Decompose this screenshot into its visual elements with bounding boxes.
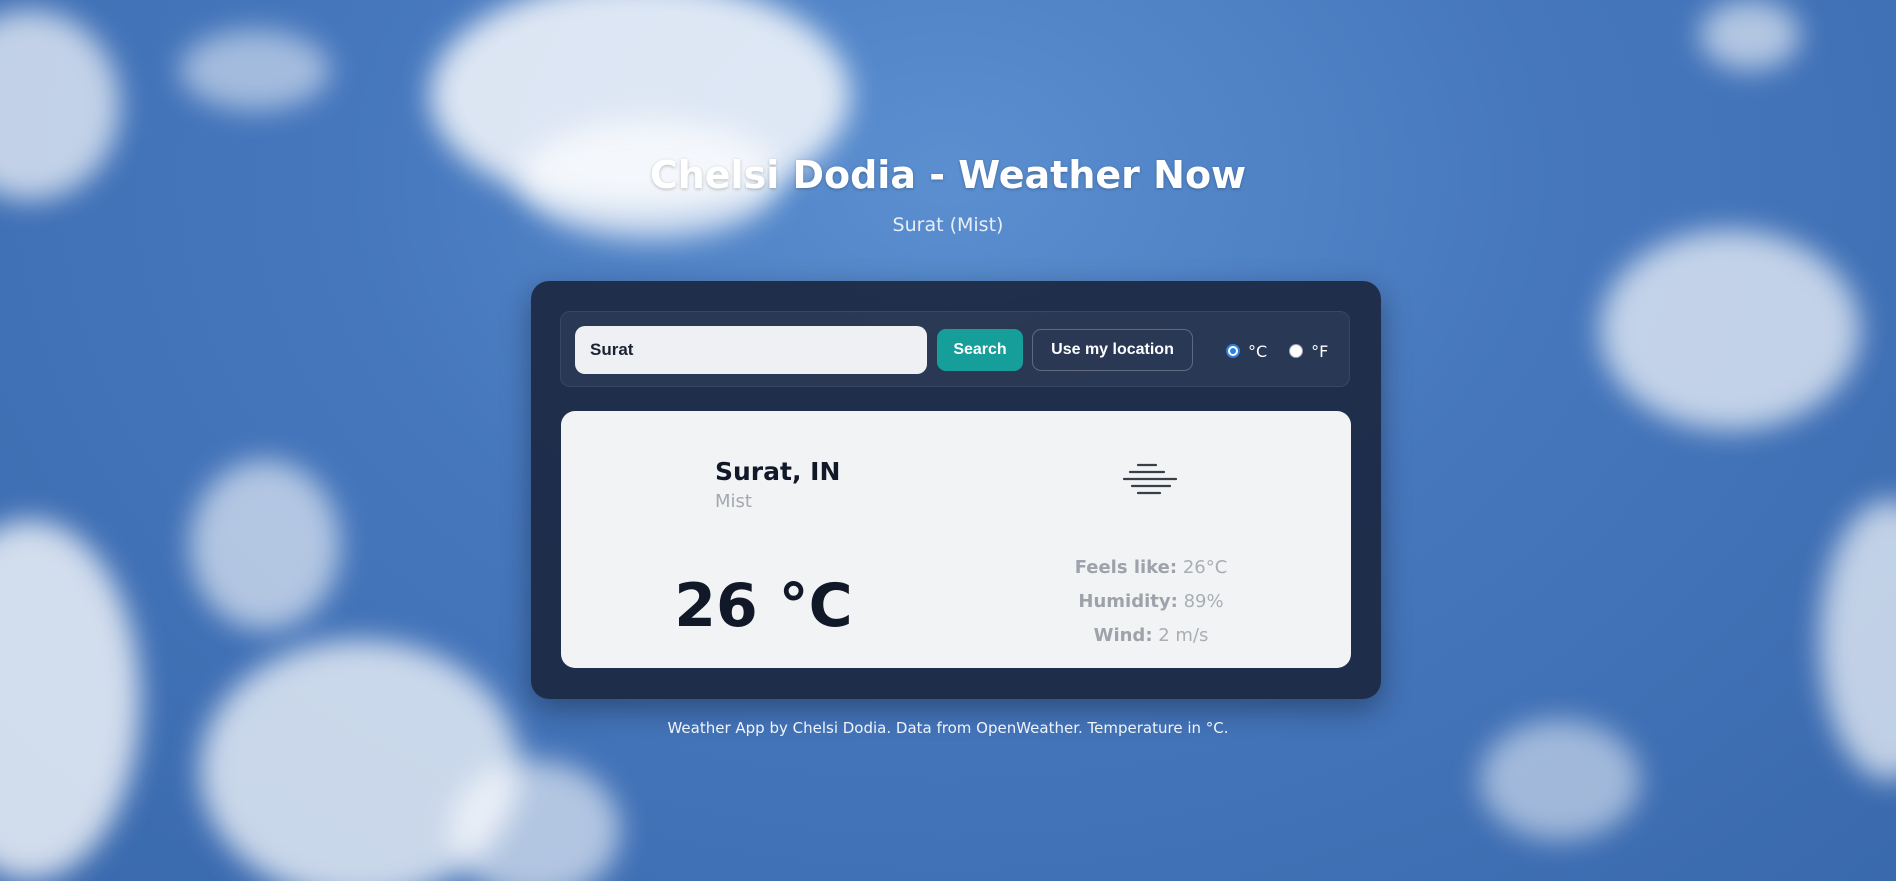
search-button[interactable]: Search	[937, 329, 1023, 371]
humidity-label: Humidity:	[1078, 591, 1178, 612]
wind-value: 2 m/s	[1158, 625, 1209, 646]
footer-text: Weather App by Chelsi Dodia. Data from O…	[667, 719, 1229, 737]
feels-like-value: 26°C	[1182, 557, 1228, 578]
wind-label: Wind:	[1093, 625, 1153, 646]
page-subtitle: Surat (Mist)	[892, 214, 1004, 236]
celsius-radio[interactable]	[1226, 344, 1240, 358]
celsius-label[interactable]: °C	[1248, 342, 1267, 361]
fahrenheit-label[interactable]: °F	[1311, 342, 1328, 361]
mist-icon	[1120, 461, 1180, 501]
humidity-row: Humidity: 89%	[991, 585, 1311, 619]
temperature: 26 °C	[674, 571, 853, 641]
feels-like-label: Feels like:	[1074, 557, 1178, 578]
fahrenheit-radio[interactable]	[1289, 344, 1304, 358]
search-input[interactable]	[575, 326, 927, 374]
page-title: Chelsi Dodia - Weather Now	[649, 153, 1247, 197]
weather-details: Feels like: 26°C Humidity: 89% Wind: 2 m…	[991, 551, 1311, 653]
weather-condition: Mist	[715, 491, 752, 512]
humidity-value: 89%	[1183, 591, 1224, 612]
feels-like-row: Feels like: 26°C	[991, 551, 1311, 585]
unit-toggle: °C °F	[1226, 339, 1350, 363]
search-controls: Search Use my location °C °F	[560, 311, 1350, 387]
weather-card: Surat, IN Mist 26 °C Feels like: 26°C Hu…	[561, 411, 1351, 668]
city-name: Surat, IN	[715, 457, 841, 486]
wind-row: Wind: 2 m/s	[991, 619, 1311, 653]
use-location-button[interactable]: Use my location	[1032, 329, 1193, 371]
weather-panel: Search Use my location °C °F Surat, IN M…	[531, 281, 1381, 699]
